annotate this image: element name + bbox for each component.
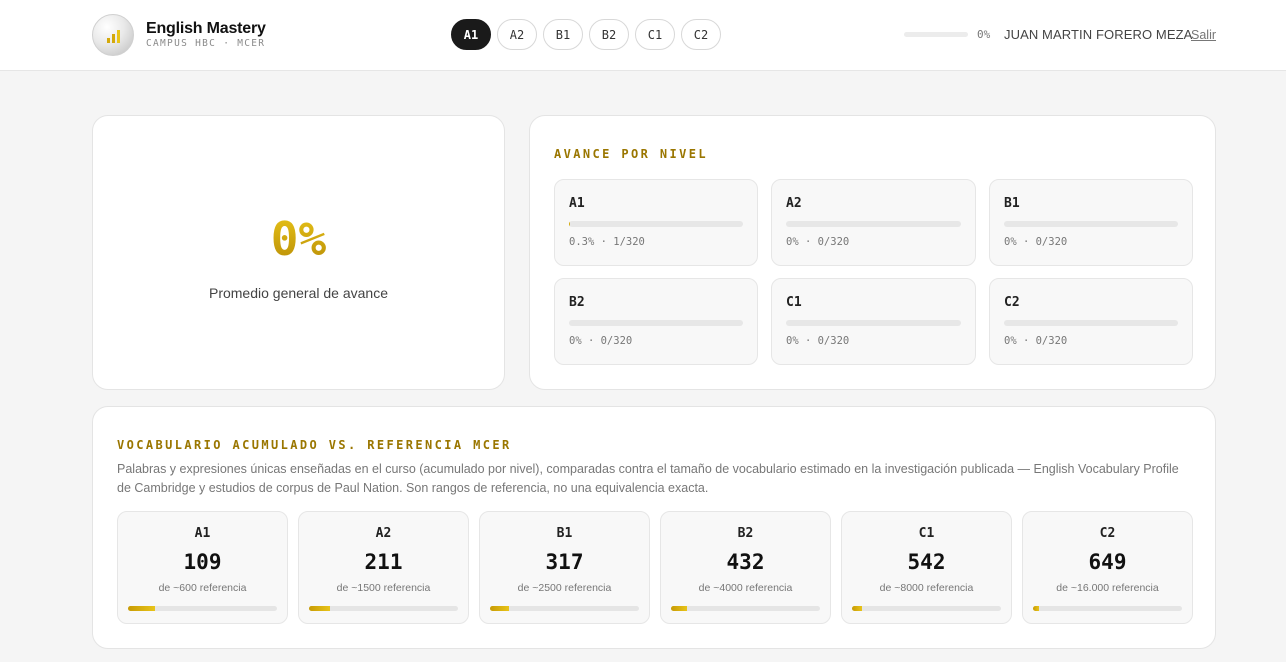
level-card-a1[interactable]: A1 0.3% · 1/320 xyxy=(554,179,758,266)
tab-level-b2[interactable]: B2 xyxy=(589,19,629,50)
level-progress-card: AVANCE POR NIVEL A1 0.3% · 1/320 A2 0% ·… xyxy=(529,115,1216,390)
vocabulary-title: VOCABULARIO ACUMULADO VS. REFERENCIA MCE… xyxy=(117,438,512,452)
vocab-progress-bar xyxy=(671,606,820,611)
level-progress-bar xyxy=(1004,221,1178,227)
vocab-progress-bar xyxy=(128,606,277,611)
vocab-count: 649 xyxy=(1088,550,1127,574)
level-stat: 0% · 0/320 xyxy=(1004,236,1068,248)
level-stat: 0.3% · 1/320 xyxy=(569,236,645,248)
level-progress-grid: A1 0.3% · 1/320 A2 0% · 0/320 B1 0% · 0/… xyxy=(554,179,1193,365)
vocab-count: 109 xyxy=(183,550,222,574)
overall-progress-percent: 0% xyxy=(977,28,991,41)
vocab-level-name: B2 xyxy=(737,526,754,541)
level-progress-bar xyxy=(569,320,743,326)
tab-level-c2[interactable]: C2 xyxy=(681,19,721,50)
level-card-b2[interactable]: B2 0% · 0/320 xyxy=(554,278,758,365)
tab-level-a1[interactable]: A1 xyxy=(451,19,491,50)
vocab-count: 211 xyxy=(364,550,403,574)
level-progress-bar xyxy=(786,221,961,227)
vocab-level-name: A1 xyxy=(194,526,211,541)
level-card-c1[interactable]: C1 0% · 0/320 xyxy=(771,278,976,365)
vocabulary-grid: A1 109 de ~600 referencia A2 211 de ~150… xyxy=(117,511,1193,624)
level-name: B2 xyxy=(569,295,585,310)
vocab-card-b1: B1 317 de ~2500 referencia xyxy=(479,511,650,624)
vocab-reference: de ~8000 referencia xyxy=(879,582,974,594)
vocabulary-card: VOCABULARIO ACUMULADO VS. REFERENCIA MCE… xyxy=(92,406,1216,649)
overall-progress-bar xyxy=(904,32,968,37)
level-name: A1 xyxy=(569,196,585,211)
vocab-progress-bar xyxy=(490,606,639,611)
vocab-level-name: A2 xyxy=(375,526,392,541)
vocab-reference: de ~600 referencia xyxy=(158,582,247,594)
vocab-progress-bar xyxy=(852,606,1001,611)
logout-link[interactable]: Salir xyxy=(1191,28,1216,42)
user-name: JUAN MARTIN FORERO MEZA xyxy=(1004,27,1193,42)
vocab-count: 542 xyxy=(907,550,946,574)
level-name: C1 xyxy=(786,295,802,310)
level-stat: 0% · 0/320 xyxy=(786,236,850,248)
level-tabs: A1 A2 B1 B2 C1 C2 xyxy=(451,19,721,50)
vocab-reference: de ~2500 referencia xyxy=(517,582,612,594)
top-header: English Mastery CAMPUS HBC · MCER A1 A2 … xyxy=(0,0,1286,71)
level-progress-bar xyxy=(1004,320,1178,326)
vocab-reference: de ~4000 referencia xyxy=(698,582,793,594)
vocab-reference: de ~16.000 referencia xyxy=(1056,582,1159,594)
bar-chart-icon xyxy=(107,30,120,43)
vocab-card-a2: A2 211 de ~1500 referencia xyxy=(298,511,469,624)
level-name: B1 xyxy=(1004,196,1020,211)
level-card-b1[interactable]: B1 0% · 0/320 xyxy=(989,179,1193,266)
vocab-level-name: C1 xyxy=(918,526,935,541)
vocab-reference: de ~1500 referencia xyxy=(336,582,431,594)
vocab-count: 432 xyxy=(726,550,765,574)
level-stat: 0% · 0/320 xyxy=(569,335,633,347)
brand-subtitle: CAMPUS HBC · MCER xyxy=(146,38,266,49)
vocab-progress-bar xyxy=(309,606,458,611)
average-progress-value: 0% xyxy=(93,212,504,266)
average-progress-label: Promedio general de avance xyxy=(208,285,388,301)
level-name: C2 xyxy=(1004,295,1020,310)
vocab-level-name: B1 xyxy=(556,526,573,541)
vocab-card-c2: C2 649 de ~16.000 referencia xyxy=(1022,511,1193,624)
level-stat: 0% · 0/320 xyxy=(786,335,850,347)
vocab-card-b2: B2 432 de ~4000 referencia xyxy=(660,511,831,624)
vocab-count: 317 xyxy=(545,550,584,574)
brand-title: English Mastery xyxy=(146,20,266,37)
average-progress-card: 0% Promedio general de avance xyxy=(92,115,505,390)
vocab-card-c1: C1 542 de ~8000 referencia xyxy=(841,511,1012,624)
level-progress-bar xyxy=(569,221,743,227)
level-stat: 0% · 0/320 xyxy=(1004,335,1068,347)
level-name: A2 xyxy=(786,196,802,211)
vocab-card-a1: A1 109 de ~600 referencia xyxy=(117,511,288,624)
level-card-c2[interactable]: C2 0% · 0/320 xyxy=(989,278,1193,365)
level-progress-bar xyxy=(786,320,961,326)
level-card-a2[interactable]: A2 0% · 0/320 xyxy=(771,179,976,266)
vocab-progress-bar xyxy=(1033,606,1182,611)
vocabulary-description: Palabras y expresiones únicas enseñadas … xyxy=(117,462,1179,495)
tab-level-b1[interactable]: B1 xyxy=(543,19,583,50)
tab-level-a2[interactable]: A2 xyxy=(497,19,537,50)
tab-level-c1[interactable]: C1 xyxy=(635,19,675,50)
level-progress-title: AVANCE POR NIVEL xyxy=(554,147,708,161)
brand-logo[interactable] xyxy=(92,14,134,56)
vocab-level-name: C2 xyxy=(1099,526,1116,541)
